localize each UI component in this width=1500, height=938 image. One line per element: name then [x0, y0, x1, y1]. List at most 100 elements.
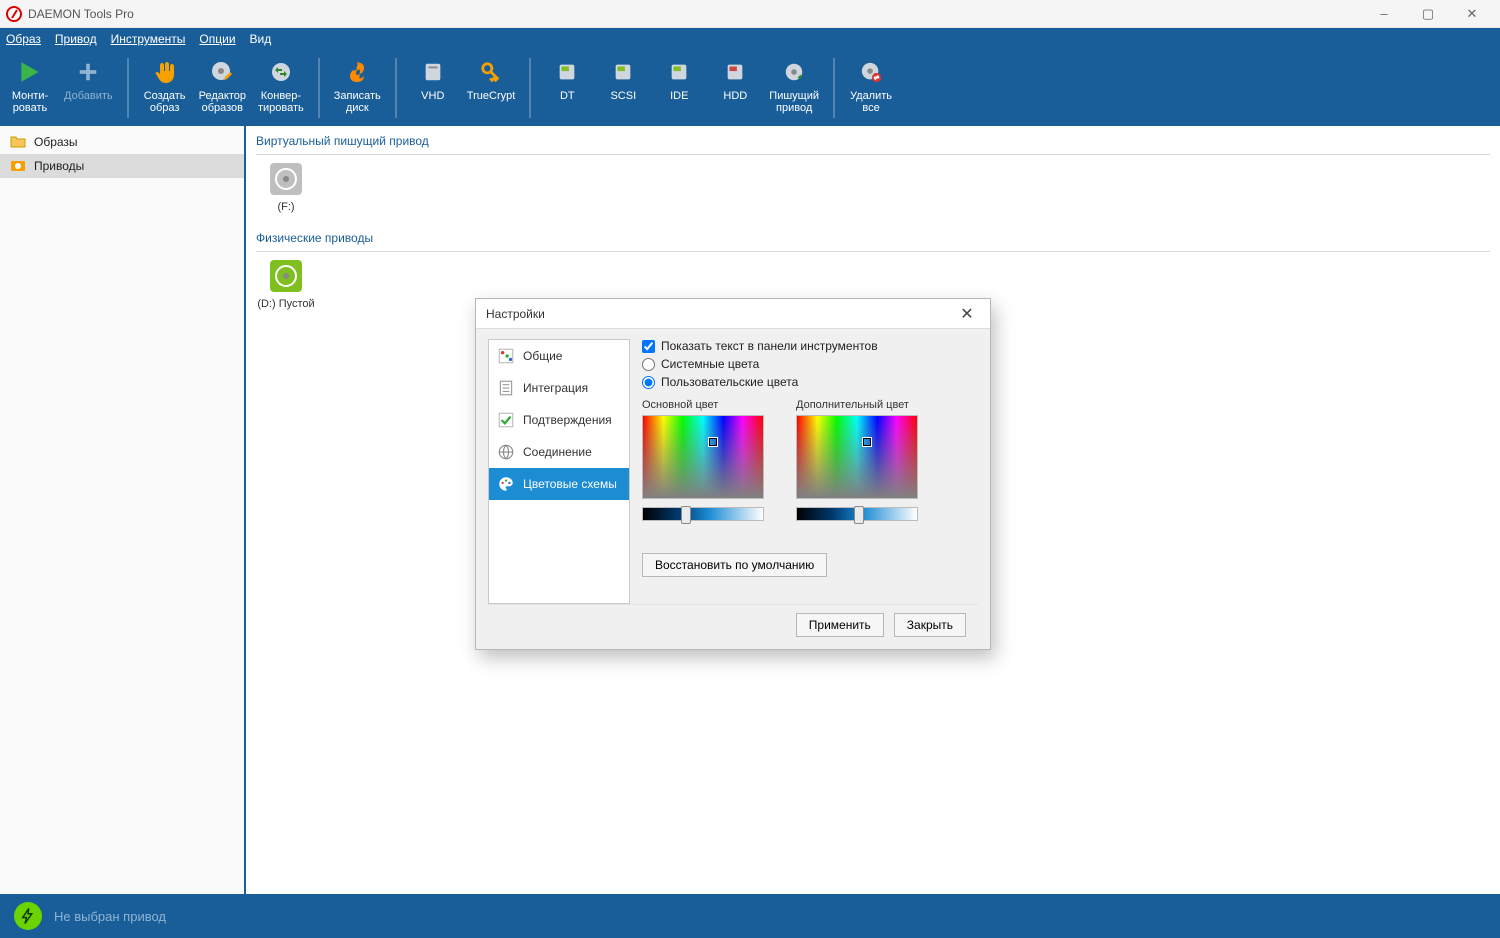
spectrum-cursor[interactable] [709, 438, 717, 446]
burn-disc-button[interactable]: Записать диск [328, 52, 387, 124]
drive-label: (D:) Пустой [257, 298, 314, 310]
hand-icon [149, 56, 181, 88]
key-icon [475, 56, 507, 88]
dialog-footer: Применить Закрыть [488, 604, 978, 649]
user-colors-radio[interactable]: Пользовательские цвета [642, 375, 978, 389]
add-button[interactable]: Добавить [58, 52, 119, 124]
nav-color-schemes[interactable]: Цветовые схемы [489, 468, 629, 500]
toolbar: Монти- ровать Добавить Создать образ Ред… [0, 50, 1500, 126]
tool-label: Записать [334, 90, 381, 102]
writer-drive-button[interactable]: Пишущий привод [763, 52, 825, 124]
sliders-icon [497, 347, 515, 365]
drive-dt-icon [551, 56, 583, 88]
menu-drive[interactable]: Привод [55, 32, 97, 46]
lightning-icon [14, 902, 42, 930]
tool-label: Добавить [64, 90, 113, 102]
minimize-button[interactable]: – [1362, 0, 1406, 28]
slider-thumb[interactable] [681, 506, 691, 524]
tool-label: Удалить [850, 90, 892, 102]
nav-confirmations[interactable]: Подтверждения [489, 404, 629, 436]
sidebar-item-images[interactable]: Образы [0, 130, 244, 154]
tool-label: VHD [421, 90, 444, 102]
apply-button[interactable]: Применить [796, 613, 884, 637]
plus-icon [72, 56, 104, 88]
app-icon [6, 6, 22, 22]
dialog-close-button[interactable]: ✕ [954, 304, 980, 324]
image-editor-button[interactable]: Редактор образов [193, 52, 252, 124]
primary-spectrum[interactable] [642, 415, 764, 499]
maximize-button[interactable]: ▢ [1406, 0, 1450, 28]
hdd-drive-button[interactable]: HDD [707, 52, 763, 124]
close-button[interactable]: ✕ [1450, 0, 1494, 28]
create-image-button[interactable]: Создать образ [137, 52, 193, 124]
show-toolbar-text-checkbox[interactable]: Показать текст в панели инструментов [642, 339, 978, 353]
picker-label: Дополнительный цвет [796, 399, 934, 411]
dialog-content: Показать текст в панели инструментов Сис… [642, 339, 978, 604]
menu-options[interactable]: Опции [199, 32, 235, 46]
secondary-color-picker: Дополнительный цвет [796, 399, 934, 521]
toolbar-divider [318, 58, 320, 118]
hdd-icon [417, 56, 449, 88]
drive-icon [10, 158, 26, 174]
tool-label: ровать [13, 102, 48, 114]
tool-label: Конвер- [261, 90, 301, 102]
tool-label: Пишущий [769, 90, 819, 102]
sidebar-item-drives[interactable]: Приводы [0, 154, 244, 178]
drive-label: (F:) [277, 201, 294, 213]
title-bar: DAEMON Tools Pro – ▢ ✕ [0, 0, 1500, 28]
toolbar-divider [529, 58, 531, 118]
nav-label: Общие [523, 349, 562, 363]
checkbox-input[interactable] [642, 340, 655, 353]
spectrum-cursor[interactable] [863, 438, 871, 446]
remove-all-button[interactable]: Удалить все [843, 52, 899, 124]
status-bar: Не выбран привод [0, 894, 1500, 938]
sidebar-item-label: Образы [34, 135, 78, 149]
primary-color-picker: Основной цвет [642, 399, 780, 521]
dt-drive-button[interactable]: DT [539, 52, 595, 124]
play-icon [14, 56, 46, 88]
dialog-nav: Общие Интеграция Подтверждения Соединени… [488, 339, 630, 604]
disc-pencil-icon [206, 56, 238, 88]
window-title: DAEMON Tools Pro [28, 7, 1362, 21]
nav-integration[interactable]: Интеграция [489, 372, 629, 404]
tool-label: привод [776, 102, 812, 114]
nav-general[interactable]: Общие [489, 340, 629, 372]
secondary-brightness-slider[interactable] [796, 507, 918, 521]
physical-drive-d[interactable]: (D:) Пустой [256, 260, 316, 310]
primary-brightness-slider[interactable] [642, 507, 764, 521]
system-colors-radio[interactable]: Системные цвета [642, 357, 978, 371]
nav-label: Цветовые схемы [523, 477, 617, 491]
radio-input[interactable] [642, 376, 655, 389]
option-label: Показать текст в панели инструментов [661, 339, 878, 353]
section-physical-drives: Физические приводы [256, 229, 1490, 252]
close-dialog-button[interactable]: Закрыть [894, 613, 966, 637]
menu-view[interactable]: Вид [250, 32, 272, 46]
scsi-drive-button[interactable]: SCSI [595, 52, 651, 124]
truecrypt-button[interactable]: TrueCrypt [461, 52, 522, 124]
menu-bar: Образ Привод Инструменты Опции Вид [0, 28, 1500, 50]
sidebar-item-label: Приводы [34, 159, 84, 173]
drive-hdd-icon [719, 56, 751, 88]
radio-input[interactable] [642, 358, 655, 371]
drive-scsi-icon [607, 56, 639, 88]
restore-defaults-button[interactable]: Восстановить по умолчанию [642, 553, 827, 577]
menu-tools[interactable]: Инструменты [111, 32, 186, 46]
vhd-button[interactable]: VHD [405, 52, 461, 124]
nav-label: Подтверждения [523, 413, 612, 427]
document-icon [497, 379, 515, 397]
toolbar-divider [833, 58, 835, 118]
tool-label: TrueCrypt [467, 90, 516, 102]
slider-thumb[interactable] [854, 506, 864, 524]
nav-connection[interactable]: Соединение [489, 436, 629, 468]
flame-icon [341, 56, 373, 88]
menu-image[interactable]: Образ [6, 32, 41, 46]
secondary-spectrum[interactable] [796, 415, 918, 499]
ide-drive-button[interactable]: IDE [651, 52, 707, 124]
convert-button[interactable]: Конвер- тировать [252, 52, 310, 124]
sidebar: Образы Приводы [0, 126, 246, 894]
settings-dialog: Настройки ✕ Общие Интеграция Подтвержден… [475, 298, 991, 650]
checkmark-icon [497, 411, 515, 429]
mount-button[interactable]: Монти- ровать [2, 52, 58, 124]
tool-label: Создать [144, 90, 186, 102]
virtual-drive-f[interactable]: (F:) [256, 163, 316, 213]
